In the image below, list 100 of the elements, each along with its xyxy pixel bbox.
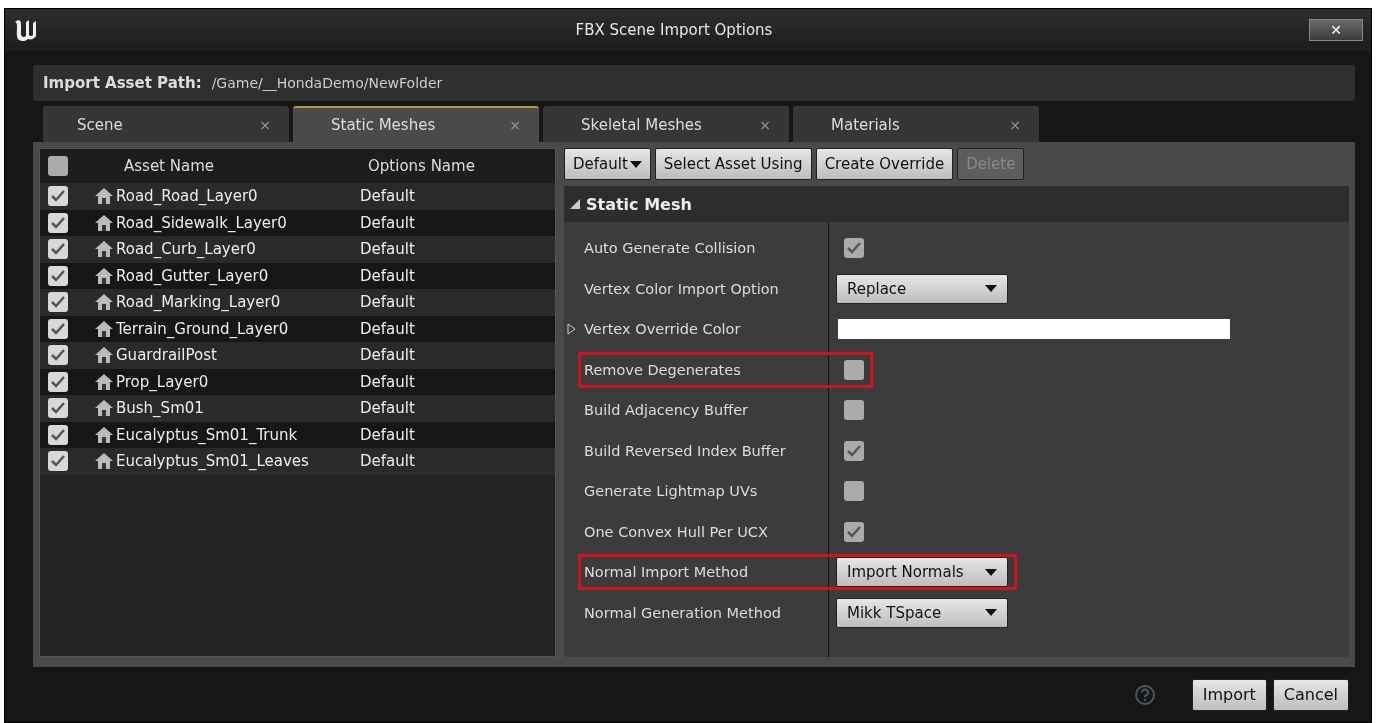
checkbox[interactable] — [48, 156, 68, 176]
asset-name: Eucalyptus_Sm01_Trunk — [116, 425, 299, 444]
dropdown[interactable]: Import Normals — [836, 557, 1008, 588]
options-name: Default — [360, 240, 416, 259]
table-row[interactable]: Road_Curb_Layer0 Default — [40, 236, 555, 263]
table-row[interactable]: Road_Marking_Layer0 Default — [40, 289, 555, 316]
checkbox[interactable] — [48, 345, 68, 366]
check-icon — [51, 190, 65, 203]
checkbox[interactable] — [48, 239, 68, 260]
options-name: Default — [360, 425, 416, 444]
tab-close-button[interactable]: × — [759, 117, 771, 133]
house-icon — [94, 371, 114, 392]
dropdown[interactable]: Mikk TSpace — [836, 597, 1008, 628]
property-label: Auto Generate Collision — [584, 240, 757, 257]
options-name: Default — [360, 372, 416, 391]
path-value: /Game/__HondaDemo/NewFolder — [211, 75, 443, 91]
check-icon — [51, 402, 65, 415]
check-icon — [51, 269, 65, 282]
house-icon — [94, 239, 114, 260]
color-swatch[interactable] — [838, 319, 1230, 340]
checkbox[interactable] — [844, 359, 864, 380]
tab[interactable]: Scene × — [43, 106, 289, 142]
logo-icon — [13, 18, 39, 42]
property-label: Vertex Color Import Option — [584, 280, 780, 297]
asset-name: Road_Curb_Layer0 — [116, 240, 257, 259]
check-icon — [51, 216, 65, 229]
caret-icon — [985, 568, 997, 576]
checkbox[interactable] — [48, 398, 68, 419]
property-label: Generate Lightmap UVs — [584, 483, 759, 500]
table-row[interactable]: Eucalyptus_Sm01_Trunk Default — [40, 421, 555, 448]
checkbox[interactable] — [48, 186, 68, 207]
house-icon — [94, 345, 114, 366]
checkbox[interactable] — [48, 292, 68, 313]
checkbox[interactable] — [844, 238, 864, 259]
options-name: Default — [360, 399, 416, 418]
toolbar-button[interactable]: Select Asset Using — [654, 148, 812, 180]
section-header[interactable]: Static Mesh — [564, 186, 1349, 222]
checkbox[interactable] — [48, 451, 68, 472]
table-row[interactable]: Prop_Layer0 Default — [40, 368, 555, 395]
section-title: Static Mesh — [586, 194, 692, 214]
tab[interactable]: Materials × — [793, 106, 1039, 142]
check-icon — [51, 455, 65, 468]
tab[interactable]: Skeletal Meshes × — [543, 106, 789, 142]
tab[interactable]: Static Meshes × — [293, 106, 539, 142]
tab-close-button[interactable]: × — [259, 117, 271, 133]
options-name: Default — [360, 452, 416, 471]
house-icon — [94, 451, 114, 472]
asset-name: Road_Marking_Layer0 — [116, 293, 282, 312]
property-label: Vertex Override Color — [584, 321, 742, 338]
check-icon — [51, 296, 65, 309]
property-label: Build Reversed Index Buffer — [584, 442, 787, 459]
caret-icon — [629, 160, 642, 168]
checkbox[interactable] — [844, 440, 864, 461]
check-icon — [51, 349, 65, 362]
house-icon — [94, 424, 114, 445]
table-row[interactable]: Terrain_Ground_Layer0 Default — [40, 315, 555, 342]
tab-close-button[interactable]: × — [1009, 117, 1021, 133]
footer-button[interactable]: Cancel — [1272, 678, 1349, 711]
table-row[interactable]: GuardrailPost Default — [40, 342, 555, 369]
asset-name: Road_Road_Layer0 — [116, 187, 259, 206]
dropdown-button[interactable]: Default — [564, 148, 651, 180]
table-row[interactable]: Road_Road_Layer0 Default — [40, 183, 555, 210]
check-icon — [847, 525, 861, 538]
column-header: Asset Name — [123, 157, 216, 175]
check-icon — [847, 444, 861, 457]
table-row[interactable]: Road_Gutter_Layer0 Default — [40, 262, 555, 289]
options-name: Default — [360, 213, 416, 232]
checkbox[interactable] — [48, 318, 68, 339]
house-icon — [94, 186, 114, 207]
expand-arrow-icon[interactable] — [566, 323, 576, 336]
help-icon[interactable] — [1133, 683, 1156, 706]
checkbox[interactable] — [48, 424, 68, 445]
toolbar-button[interactable]: Create Override — [815, 148, 954, 180]
options-name: Default — [360, 266, 416, 285]
house-icon — [94, 292, 114, 313]
checkbox[interactable] — [48, 212, 68, 233]
house-icon — [94, 318, 114, 339]
checkbox[interactable] — [844, 521, 864, 542]
checkbox[interactable] — [844, 481, 864, 502]
column-header: Options Name — [367, 157, 476, 175]
options-name: Default — [360, 346, 416, 365]
dropdown[interactable]: Replace — [836, 273, 1008, 304]
check-icon — [51, 243, 65, 256]
checkbox[interactable] — [48, 265, 68, 286]
path-label: Import Asset Path: — [43, 74, 202, 92]
checkbox[interactable] — [844, 400, 864, 421]
table-row[interactable]: Bush_Sm01 Default — [40, 395, 555, 422]
asset-name: Eucalyptus_Sm01_Leaves — [116, 452, 310, 471]
table-row[interactable]: Eucalyptus_Sm01_Leaves Default — [40, 448, 555, 475]
window-title: FBX Scene Import Options — [574, 21, 774, 39]
options-name: Default — [360, 319, 416, 338]
asset-name: Road_Gutter_Layer0 — [116, 266, 270, 285]
close-button[interactable]: ✕ — [1309, 19, 1363, 41]
table-row[interactable]: Road_Sidewalk_Layer0 Default — [40, 209, 555, 236]
checkbox[interactable] — [48, 371, 68, 392]
asset-name: Road_Sidewalk_Layer0 — [116, 213, 288, 232]
house-icon — [94, 398, 114, 419]
footer-button[interactable]: Import — [1191, 678, 1267, 711]
house-icon — [94, 212, 114, 233]
caret-icon — [985, 609, 997, 617]
